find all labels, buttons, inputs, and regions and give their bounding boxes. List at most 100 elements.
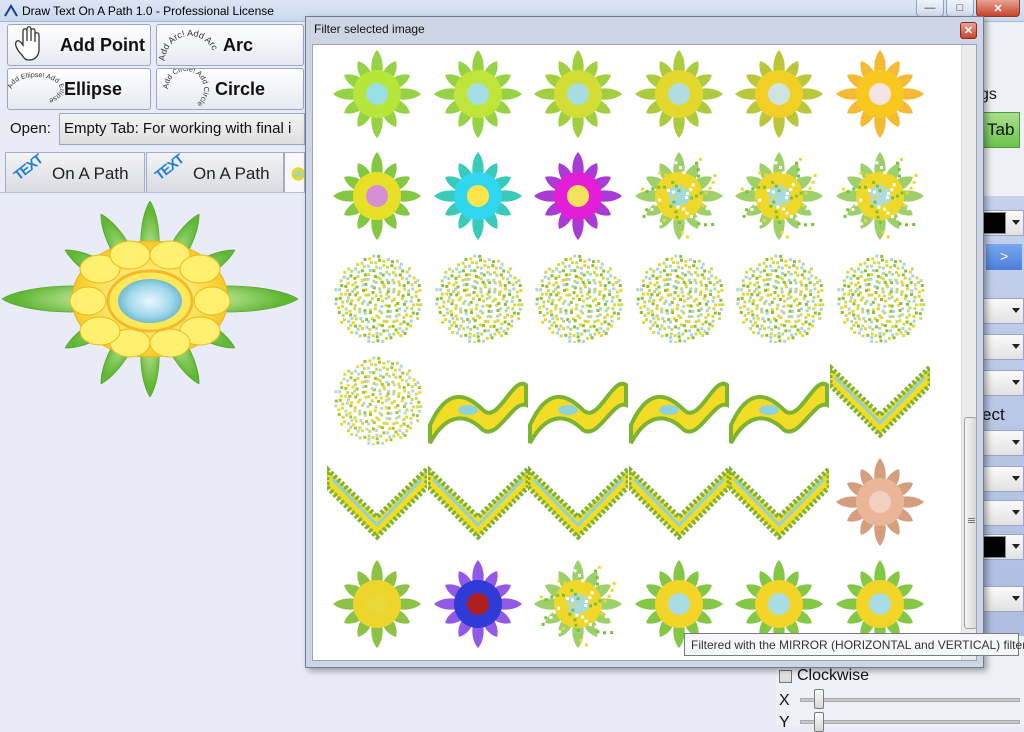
text-icon: TEXT xyxy=(151,150,187,184)
dropdown-5[interactable] xyxy=(980,466,1024,492)
thumbnail-8[interactable] xyxy=(428,151,528,241)
scrollbar-thumb[interactable] xyxy=(964,417,976,629)
dropdown-7[interactable] xyxy=(980,586,1024,612)
thumbnail-32[interactable] xyxy=(428,559,528,649)
dropdown-4[interactable] xyxy=(980,430,1024,456)
thumbnail-image xyxy=(835,458,924,546)
thumbnail-26[interactable] xyxy=(425,457,530,547)
x-slider-track[interactable] xyxy=(800,698,1020,702)
effect-label-fragment: ect xyxy=(982,405,1005,424)
thumbnail-3[interactable] xyxy=(528,49,628,139)
vertical-scrollbar[interactable] xyxy=(961,45,976,660)
drawing-canvas[interactable] xyxy=(0,192,305,726)
thumbnail-image xyxy=(735,152,823,240)
thumbnail-image xyxy=(534,50,622,138)
ellipse-button[interactable]: Add Ellipse! Add Ellipse Ellipse xyxy=(7,68,151,110)
thumbnail-image xyxy=(427,381,528,444)
thumbnail-23[interactable] xyxy=(729,355,829,445)
thumbnail-15[interactable] xyxy=(528,253,628,345)
color-swatch-black-2[interactable] xyxy=(982,536,1006,558)
dropdown-6[interactable] xyxy=(980,500,1024,526)
thumbnail-2[interactable] xyxy=(428,49,528,139)
thumbnail-13[interactable] xyxy=(327,253,427,345)
thumbnail-20[interactable] xyxy=(427,355,528,445)
thumbnail-4[interactable] xyxy=(629,49,729,139)
y-slider-track[interactable] xyxy=(800,720,1020,724)
thumbnail-image xyxy=(333,50,421,138)
thumbnail-image xyxy=(628,381,729,444)
thumbnail-image xyxy=(735,50,823,138)
thumbnail-18[interactable] xyxy=(830,253,930,345)
next-arrow-button[interactable]: > xyxy=(986,244,1022,270)
thumbnail-17[interactable] xyxy=(729,253,829,345)
dialog-close-button[interactable]: ✕ xyxy=(960,22,977,39)
thumbnail-16[interactable] xyxy=(629,253,729,345)
y-label: Y xyxy=(779,714,790,731)
svg-text:Add Ellipse! Add Ellipse: Add Ellipse! Add Ellipse xyxy=(8,72,64,104)
thumbnail-image xyxy=(835,152,924,240)
thumbnail-10[interactable] xyxy=(629,151,729,241)
thumbnail-image xyxy=(333,560,421,648)
thumbnail-22[interactable] xyxy=(628,355,729,445)
open-row: Open: Empty Tab: For working with final … xyxy=(0,112,305,145)
thumbnail-image xyxy=(333,152,421,240)
filter-tooltip: Filtered with the MIRROR (HORIZONTAL and… xyxy=(684,633,1024,656)
dropdown-2[interactable] xyxy=(980,334,1024,360)
thumbnail-21[interactable] xyxy=(528,355,628,445)
thumbnail-image xyxy=(836,254,925,345)
add-point-label: Add Point xyxy=(60,34,145,55)
thumbnail-28[interactable] xyxy=(626,457,731,547)
circle-icon: Add Circle! Add Circle xyxy=(161,69,211,109)
circle-button[interactable]: Add Circle! Add Circle Circle xyxy=(156,68,304,110)
thumbnail-27[interactable] xyxy=(525,457,631,547)
thumbnail-14[interactable] xyxy=(428,253,528,345)
thumbnail-29[interactable] xyxy=(726,457,832,547)
new-tab-button[interactable]: Tab xyxy=(978,112,1020,148)
thumbnail-1[interactable] xyxy=(327,49,427,139)
tab-text-on-path-2[interactable]: TEXT On A Path xyxy=(146,150,284,192)
svg-text:Add Circle! Add Circle: Add Circle! Add Circle xyxy=(161,69,211,109)
thumbnail-25[interactable] xyxy=(324,457,430,547)
thumbnail-image xyxy=(433,152,522,240)
thumbnail-image xyxy=(534,152,622,240)
thumbnail-image xyxy=(324,463,430,541)
thumbnail-24[interactable] xyxy=(827,355,932,445)
thumbnail-image xyxy=(736,254,825,345)
add-point-button[interactable]: Add Point xyxy=(7,24,151,66)
ellipse-label: Ellipse xyxy=(64,78,123,99)
thumbnail-19[interactable] xyxy=(327,355,427,447)
thumbnail-image xyxy=(634,152,723,240)
thumbnail-33[interactable] xyxy=(528,559,628,649)
thumbnail-11[interactable] xyxy=(729,151,829,241)
thumbnail-30[interactable] xyxy=(830,457,930,547)
tab-text-on-path-1[interactable]: TEXT On A Path xyxy=(5,151,145,192)
svg-text:Add Arc! Add Arc: Add Arc! Add Arc xyxy=(157,28,220,61)
dropdown-1[interactable] xyxy=(980,298,1024,324)
x-slider-thumb[interactable] xyxy=(814,689,824,709)
arc-icon: Add Arc! Add Arc xyxy=(157,28,220,61)
close-button[interactable]: ✕ xyxy=(976,0,1020,17)
tab-image[interactable] xyxy=(284,152,305,192)
thumbnail-9[interactable] xyxy=(528,151,628,241)
thumbnail-list xyxy=(312,44,977,661)
open-select[interactable]: Empty Tab: For working with final i xyxy=(59,113,305,145)
flower-image xyxy=(1,201,299,398)
thumbnail-image xyxy=(525,463,631,541)
clockwise-checkbox[interactable] xyxy=(779,670,792,683)
thumbnail-12[interactable] xyxy=(830,151,930,241)
flower-tab-icon xyxy=(291,166,304,181)
maximize-button[interactable]: □ xyxy=(946,0,974,17)
dropdown-3[interactable] xyxy=(980,370,1024,396)
minimize-button[interactable]: — xyxy=(916,0,944,17)
thumbnail-5[interactable] xyxy=(729,49,829,139)
thumbnail-image xyxy=(334,254,423,345)
y-slider-thumb[interactable] xyxy=(814,712,824,732)
thumbnail-image xyxy=(434,254,523,345)
color-swatch-black[interactable] xyxy=(982,212,1006,234)
arc-button[interactable]: Add Arc! Add Arc Arc xyxy=(156,24,304,66)
thumbnail-image xyxy=(835,50,924,138)
thumbnail-31[interactable] xyxy=(327,559,427,649)
thumbnail-6[interactable] xyxy=(830,49,930,139)
thumbnail-7[interactable] xyxy=(327,151,427,241)
thumbnail-image xyxy=(425,463,530,541)
